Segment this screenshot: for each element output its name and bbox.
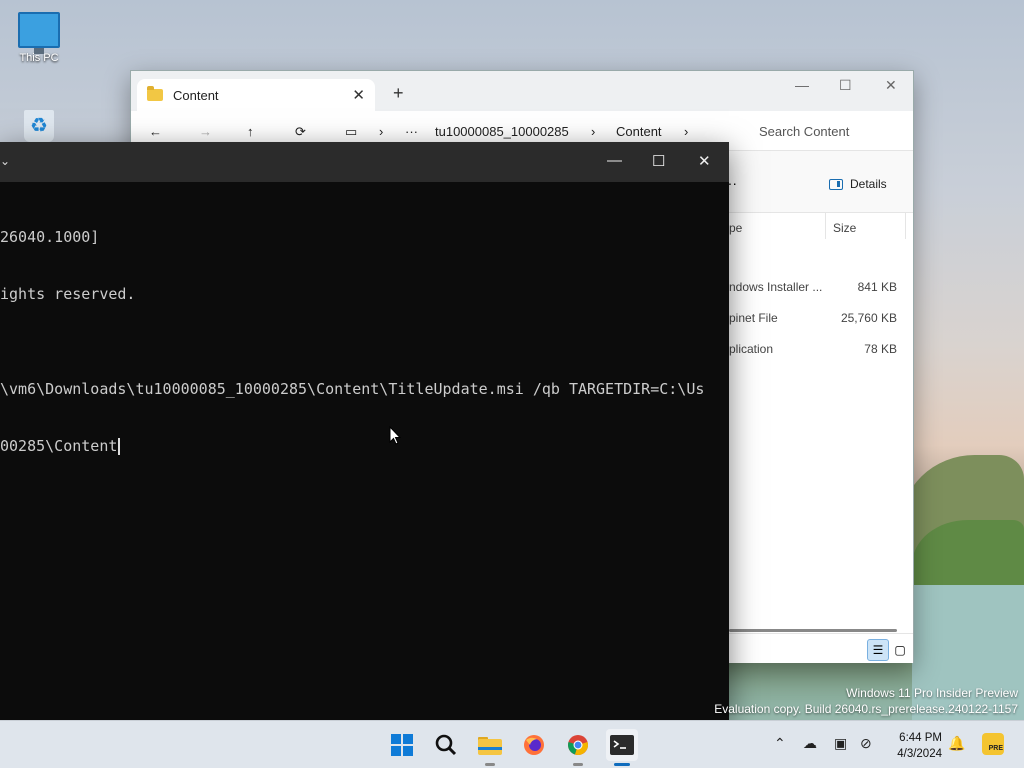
monitor-icon[interactable]: ▭: [345, 124, 357, 140]
refresh-icon[interactable]: ⟳: [295, 124, 306, 140]
taskbar: ⌃ ☁ ▣ ⊘ 6:44 PM 4/3/2024 🔔 PRE: [0, 720, 1024, 768]
running-indicator: [573, 763, 583, 766]
new-tab-button[interactable]: +: [393, 83, 404, 104]
terminal-icon: [610, 735, 634, 755]
row-type[interactable]: ndows Installer ...: [729, 280, 822, 294]
maximize-button[interactable]: ☐: [839, 77, 852, 94]
chevron-up-icon[interactable]: ⌃: [774, 735, 786, 752]
watermark-line: Evaluation copy. Build 26040.rs_prerelea…: [714, 702, 1018, 716]
row-size: 841 KB: [857, 280, 897, 294]
windows-logo-icon: [391, 734, 413, 756]
mouse-pointer-icon: [389, 426, 401, 445]
terminal-line: ights reserved.: [0, 285, 136, 303]
breadcrumb-item[interactable]: Content: [616, 124, 662, 139]
folder-icon: [147, 86, 163, 101]
firefox-icon: [524, 735, 544, 755]
list-view-icon: ☰: [872, 643, 884, 657]
search-input[interactable]: Search Content: [743, 111, 913, 151]
clock-time: 6:44 PM: [899, 732, 942, 744]
column-header-size[interactable]: Size: [833, 221, 856, 235]
close-tab-icon[interactable]: ✕: [352, 86, 365, 104]
search-icon: [435, 734, 457, 756]
row-size: 78 KB: [864, 342, 897, 356]
minimize-button[interactable]: —: [795, 77, 809, 93]
taskbar-file-explorer[interactable]: [474, 729, 506, 766]
insider-badge-icon[interactable]: PRE: [982, 733, 1004, 755]
terminal-titlebar: ⌄ — ☐ ✕: [0, 142, 729, 182]
column-divider: [825, 213, 826, 239]
row-type[interactable]: pinet File: [729, 311, 778, 325]
insider-badge-label: PRE: [988, 745, 1003, 752]
details-button[interactable]: Details: [829, 177, 887, 191]
column-divider: [905, 213, 906, 239]
maximize-button[interactable]: ☐: [652, 152, 665, 170]
start-button[interactable]: [386, 729, 418, 761]
tiles-view-icon: ▢: [894, 643, 906, 657]
back-arrow-icon[interactable]: ←: [149, 124, 162, 139]
clock-date: 4/3/2024: [897, 748, 942, 760]
details-label: Details: [850, 177, 887, 191]
minimize-button[interactable]: —: [607, 152, 622, 169]
forward-arrow-icon[interactable]: →: [199, 124, 212, 139]
tab-dropdown-icon[interactable]: ⌄: [0, 154, 10, 168]
explorer-titlebar: Content ✕ + — ☐ ✕: [131, 71, 913, 111]
terminal-prompt-line: 00285\Content: [0, 437, 729, 456]
close-button[interactable]: ✕: [885, 77, 897, 94]
volume-muted-icon[interactable]: ⊘: [860, 735, 872, 752]
chevron-right-icon: ›: [591, 124, 596, 139]
search-button[interactable]: [430, 729, 462, 761]
up-arrow-icon[interactable]: ↑: [247, 124, 254, 139]
terminal-output[interactable]: 26040.1000] ights reserved. \vm6\Downloa…: [0, 182, 729, 494]
running-indicator: [485, 763, 495, 766]
taskbar-chrome[interactable]: [562, 729, 594, 766]
text-cursor: [118, 438, 121, 455]
terminal-line: 00285\Content: [0, 437, 118, 455]
details-view-button[interactable]: ☰: [867, 639, 889, 661]
horizontal-scrollbar[interactable]: [729, 629, 897, 632]
close-button[interactable]: ✕: [698, 152, 711, 170]
folder-icon: [478, 737, 502, 755]
taskbar-terminal[interactable]: [606, 729, 638, 766]
network-icon[interactable]: ▣: [834, 735, 847, 752]
terminal-window[interactable]: ⌄ — ☐ ✕ 26040.1000] ights reserved. \vm6…: [0, 142, 729, 720]
terminal-line: 26040.1000]: [0, 228, 100, 246]
terminal-line: \vm6\Downloads\tu10000085_10000285\Conte…: [0, 380, 705, 398]
watermark-line: Windows 11 Pro Insider Preview: [846, 686, 1018, 700]
evaluation-watermark: Windows 11 Pro Insider Preview Evaluatio…: [714, 685, 1018, 717]
column-header-type[interactable]: pe: [729, 221, 742, 235]
chevron-right-icon: ›: [684, 124, 689, 139]
notification-bell-icon[interactable]: 🔔: [948, 735, 965, 752]
chevron-right-icon: ›: [379, 124, 384, 139]
breadcrumb-more-button[interactable]: ···: [405, 124, 418, 139]
recycle-bin-icon: ♻: [24, 110, 54, 142]
onedrive-icon[interactable]: ☁: [803, 735, 817, 752]
details-pane-icon: [829, 178, 843, 190]
desktop-icon-this-pc[interactable]: This PC: [9, 12, 69, 64]
row-type[interactable]: plication: [729, 342, 773, 356]
tab-title: Content: [173, 87, 219, 103]
breadcrumb-item[interactable]: tu10000085_10000285: [435, 124, 569, 139]
tiles-view-button[interactable]: ▢: [889, 639, 911, 661]
desktop-icon-recycle-bin[interactable]: ♻: [9, 110, 69, 146]
row-size: 25,760 KB: [840, 311, 897, 325]
active-indicator: [614, 763, 630, 766]
computer-icon: [18, 12, 60, 54]
system-clock[interactable]: 6:44 PM 4/3/2024: [882, 730, 942, 762]
explorer-tab[interactable]: Content ✕: [137, 79, 375, 111]
chrome-icon: [568, 735, 588, 755]
taskbar-firefox[interactable]: [518, 729, 550, 761]
